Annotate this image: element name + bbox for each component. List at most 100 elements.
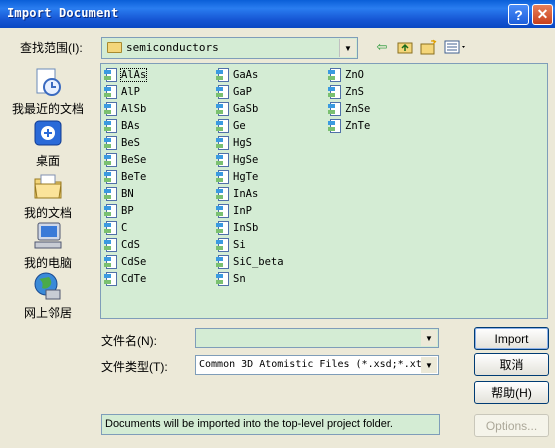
file-name: BN: [121, 188, 134, 200]
file-item[interactable]: CdS: [104, 237, 140, 253]
xsd-file-icon: [216, 67, 230, 83]
file-name: CdTe: [121, 273, 147, 285]
import-button[interactable]: Import: [474, 327, 549, 350]
file-name: Ge: [233, 120, 246, 132]
places-bar: 我最近的文档 桌面 我的文档 我的电脑 网上邻居: [0, 62, 96, 322]
file-item[interactable]: Sn: [216, 271, 246, 287]
place-my-documents[interactable]: 我的文档: [0, 170, 96, 221]
cancel-button[interactable]: 取消: [474, 353, 549, 376]
xsd-file-icon: [328, 101, 342, 117]
xsd-file-icon: [216, 101, 230, 117]
file-item[interactable]: InSb: [216, 220, 258, 236]
file-item[interactable]: BeS: [104, 135, 140, 151]
xsd-file-icon: [216, 237, 230, 253]
view-menu-icon[interactable]: [444, 38, 468, 56]
xsd-file-icon: [104, 135, 118, 151]
close-icon: ✕: [536, 6, 549, 22]
file-item[interactable]: BN: [104, 186, 134, 202]
xsd-file-icon: [328, 118, 342, 134]
file-name: BeSe: [121, 154, 147, 166]
place-network[interactable]: 网上邻居: [0, 270, 96, 321]
filetype-dropdown[interactable]: Common 3D Atomistic Files (*.xsd;*.xt ▼: [195, 355, 439, 375]
file-list[interactable]: AlAs AlP AlSb BAs BeS BeSe BeTe BN BP C CdS CdSe CdT…: [100, 63, 548, 319]
file-item[interactable]: HgSe: [216, 152, 258, 168]
file-name: GaAs: [233, 69, 259, 81]
file-item[interactable]: InAs: [216, 186, 258, 202]
back-icon[interactable]: ⇦: [374, 38, 390, 56]
file-item[interactable]: C: [104, 220, 127, 236]
xsd-file-icon: [104, 203, 118, 219]
chevron-down-icon[interactable]: ▼: [421, 330, 437, 346]
help-button[interactable]: 帮助(H): [474, 381, 549, 404]
xsd-file-icon: [216, 152, 230, 168]
file-name: InP: [233, 205, 252, 217]
file-name: BeTe: [121, 171, 147, 183]
file-name: ZnTe: [345, 120, 371, 132]
file-item[interactable]: BAs: [104, 118, 140, 134]
file-name: BAs: [121, 120, 140, 132]
file-item[interactable]: GaAs: [216, 67, 258, 83]
file-item[interactable]: BeTe: [104, 169, 146, 185]
close-button[interactable]: ✕: [532, 4, 553, 25]
file-item[interactable]: BP: [104, 203, 134, 219]
xsd-file-icon: [104, 254, 118, 270]
file-item[interactable]: CdTe: [104, 271, 146, 287]
file-item[interactable]: HgS: [216, 135, 252, 151]
filename-input[interactable]: ▼: [195, 328, 439, 348]
title-bar[interactable]: Import Document ? ✕: [0, 0, 555, 28]
import-document-dialog: Import Document ? ✕ 查找范围(I): semiconduct…: [0, 0, 555, 448]
file-name: BeS: [121, 137, 140, 149]
file-name: HgTe: [233, 171, 259, 183]
file-item[interactable]: BeSe: [104, 152, 146, 168]
file-item[interactable]: Si: [216, 237, 246, 253]
look-in-dropdown[interactable]: semiconductors ▼: [101, 37, 358, 59]
file-item[interactable]: ZnS: [328, 84, 364, 100]
file-item[interactable]: SiC_beta: [216, 254, 284, 270]
xsd-file-icon: [216, 220, 230, 236]
file-item[interactable]: ZnSe: [328, 101, 370, 117]
file-item[interactable]: CdSe: [104, 254, 146, 270]
status-message: Documents will be imported into the top-…: [101, 414, 440, 435]
window-title: Import Document: [7, 6, 119, 20]
xsd-file-icon: [104, 152, 118, 168]
xsd-file-icon: [216, 169, 230, 185]
chevron-down-icon[interactable]: ▼: [339, 39, 356, 57]
my-computer-icon: [32, 220, 64, 252]
xsd-file-icon: [104, 186, 118, 202]
file-name: HgSe: [233, 154, 259, 166]
help-title-button[interactable]: ?: [508, 4, 529, 25]
file-item[interactable]: GaP: [216, 84, 252, 100]
place-my-computer[interactable]: 我的电脑: [0, 220, 96, 271]
file-name: HgS: [233, 137, 252, 149]
file-name: InAs: [233, 188, 259, 200]
file-item[interactable]: HgTe: [216, 169, 258, 185]
place-label: 网上邻居: [23, 306, 72, 320]
up-folder-icon[interactable]: [397, 38, 413, 56]
chevron-down-icon[interactable]: ▼: [421, 357, 437, 373]
xsd-file-icon: [216, 254, 230, 270]
xsd-file-icon: [104, 67, 118, 83]
file-item[interactable]: AlP: [104, 84, 140, 100]
file-item[interactable]: GaSb: [216, 101, 258, 117]
xsd-file-icon: [216, 84, 230, 100]
place-recent-documents[interactable]: 我最近的文档: [0, 66, 96, 117]
file-item[interactable]: ZnO: [328, 67, 364, 83]
xsd-file-icon: [328, 67, 342, 83]
file-name: BP: [121, 205, 134, 217]
file-item[interactable]: ZnTe: [328, 118, 370, 134]
new-folder-icon[interactable]: [420, 38, 438, 56]
file-name: CdSe: [121, 256, 147, 268]
place-label: 我最近的文档: [11, 102, 84, 116]
xsd-file-icon: [216, 135, 230, 151]
file-item[interactable]: Ge: [216, 118, 246, 134]
question-icon: ?: [514, 6, 523, 23]
file-item[interactable]: AlSb: [104, 101, 146, 117]
file-item[interactable]: AlAs: [104, 67, 148, 83]
xsd-file-icon: [216, 203, 230, 219]
xsd-file-icon: [328, 84, 342, 100]
file-item[interactable]: InP: [216, 203, 252, 219]
place-desktop[interactable]: 桌面: [0, 118, 96, 169]
options-button[interactable]: Options...: [474, 414, 549, 437]
file-name: GaP: [233, 86, 252, 98]
place-label: 桌面: [35, 154, 60, 168]
